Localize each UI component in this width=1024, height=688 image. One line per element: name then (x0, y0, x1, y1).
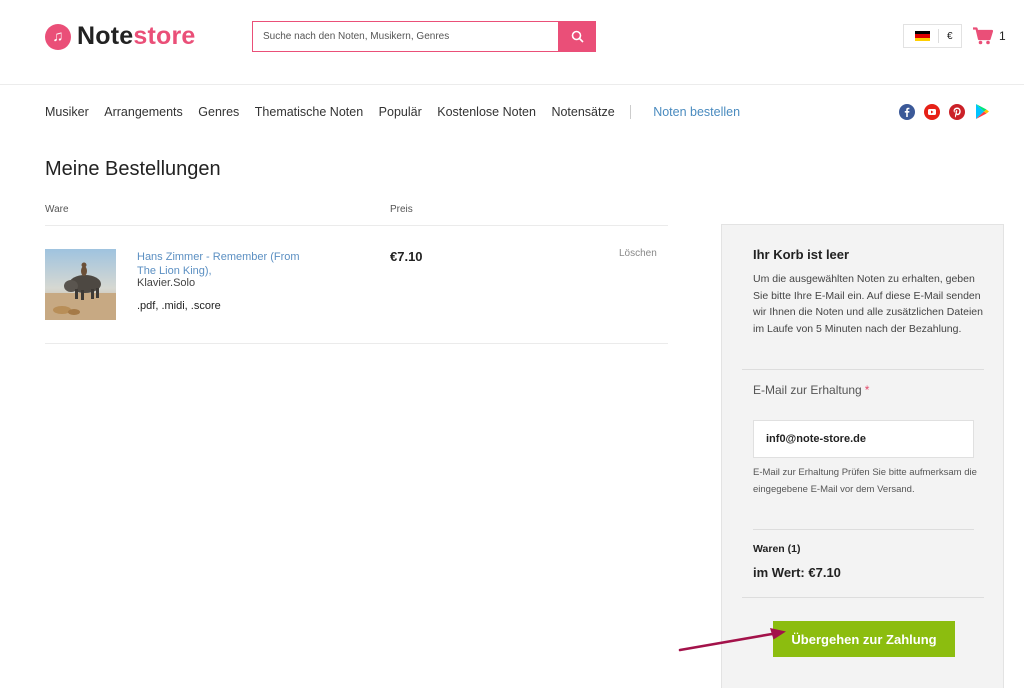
logo[interactable]: ♫ Notestore (45, 22, 196, 51)
music-note-icon: ♫ (45, 23, 71, 50)
shopping-cart-icon (973, 27, 993, 45)
page-title: Meine Bestellungen (45, 158, 221, 180)
logo-text-part2: store (133, 22, 196, 50)
search-bar (252, 21, 596, 52)
annotation-arrow-icon (678, 628, 786, 652)
column-header-preis: Preis (390, 204, 413, 215)
nav-divider (630, 104, 632, 119)
panel-divider (742, 369, 984, 370)
main-nav: Musiker Arrangements Genres Thematische … (45, 103, 756, 120)
email-label: E-Mail zur Erhaltung * (753, 383, 869, 397)
site-header: ♫ Notestore € 1 (0, 0, 1024, 85)
nav-item-noten-bestellen[interactable]: Noten bestellen (653, 105, 740, 119)
product-instrument: Klavier.Solo (137, 277, 196, 289)
nav-item-musiker[interactable]: Musiker (45, 105, 89, 119)
product-price: €7.10 (390, 249, 423, 264)
nav-item-genres[interactable]: Genres (198, 105, 239, 119)
panel-divider (742, 597, 984, 598)
table-header-divider (45, 225, 668, 226)
german-flag-icon (915, 31, 930, 41)
pinterest-icon[interactable] (948, 103, 965, 120)
product-title-link[interactable]: Hans Zimmer - Remember (From The Lion Ki… (137, 250, 312, 278)
search-button[interactable] (558, 21, 596, 52)
youtube-icon[interactable] (923, 103, 940, 120)
google-play-icon[interactable] (973, 103, 990, 120)
selector-divider (938, 29, 939, 43)
item-row-divider (45, 343, 668, 344)
nav-item-notensaetze[interactable]: Notensätze (551, 105, 614, 119)
nav-item-populaer[interactable]: Populär (379, 105, 422, 119)
social-links (898, 103, 998, 120)
order-total: im Wert: €7.10 (753, 565, 841, 580)
email-field[interactable] (753, 420, 974, 458)
cart-count: 1 (999, 29, 1006, 43)
logo-text-part1: Note (77, 22, 134, 50)
items-count: Waren (1) (753, 543, 801, 555)
language-currency-selector[interactable]: € (903, 24, 962, 48)
panel-title: Ihr Korb ist leer (753, 247, 850, 262)
product-formats: .pdf, .midi, .score (137, 300, 221, 312)
panel-divider (753, 529, 974, 530)
currency-label: € (947, 30, 953, 42)
email-hint: E-Mail zur Erhaltung Prüfen Sie bitte au… (753, 467, 977, 495)
nav-item-kostenlose-noten[interactable]: Kostenlose Noten (437, 105, 536, 119)
facebook-icon[interactable] (898, 103, 915, 120)
search-icon (571, 30, 584, 43)
cart-button[interactable]: 1 (973, 27, 1006, 45)
required-marker: * (864, 383, 870, 397)
logo-text: Notestore (77, 22, 196, 51)
email-label-text: E-Mail zur Erhaltung (753, 383, 862, 397)
nav-item-thematische-noten[interactable]: Thematische Noten (255, 105, 363, 119)
search-input[interactable] (252, 21, 558, 52)
delete-item-button[interactable]: Löschen (619, 248, 657, 259)
product-thumbnail[interactable] (45, 249, 116, 320)
column-header-ware: Ware (45, 204, 69, 215)
cart-summary-panel: Ihr Korb ist leer Um die ausgewählten No… (721, 224, 1004, 688)
panel-description: Um die ausgewählten Noten zu erhalten, g… (753, 273, 983, 335)
checkout-button[interactable]: Übergehen zur Zahlung (773, 621, 955, 657)
nav-item-arrangements[interactable]: Arrangements (104, 105, 183, 119)
